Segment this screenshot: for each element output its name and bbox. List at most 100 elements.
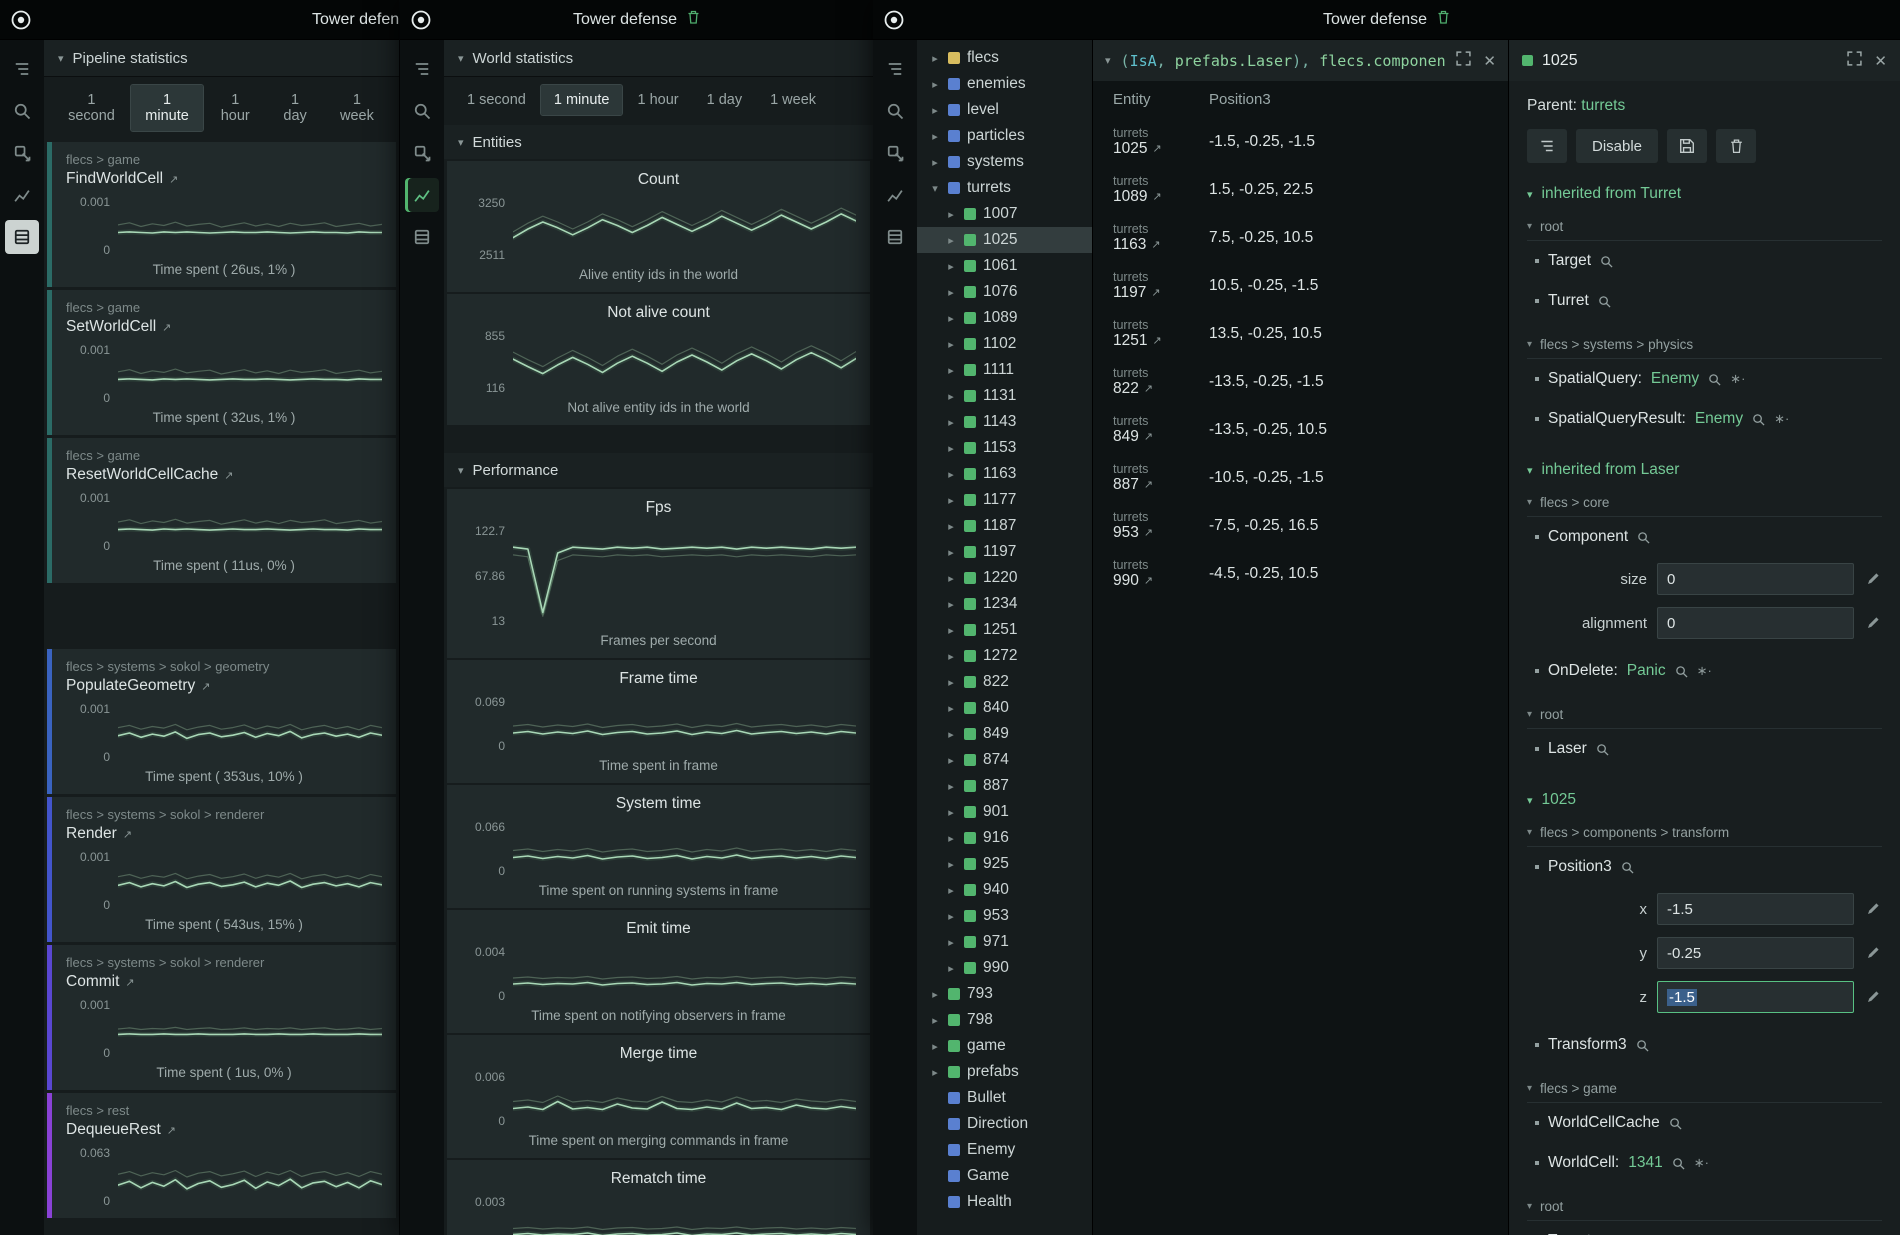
- stats-icon[interactable]: [878, 178, 912, 212]
- tree-item[interactable]: 822: [917, 669, 1092, 695]
- tree-item[interactable]: 849: [917, 721, 1092, 747]
- query-result-row[interactable]: turrets 953 ↗ -7.5, -0.25, 16.5: [1093, 502, 1508, 550]
- edit-icon[interactable]: [1864, 616, 1882, 630]
- search-icon[interactable]: [5, 94, 39, 128]
- tree-item[interactable]: 1272: [917, 643, 1092, 669]
- tree-item[interactable]: 1163: [917, 461, 1092, 487]
- search-icon[interactable]: [1636, 1039, 1649, 1052]
- tree-item[interactable]: 940: [917, 877, 1092, 903]
- entity-link[interactable]: 1163 ↗: [1113, 236, 1209, 254]
- expand-icon[interactable]: [945, 312, 957, 325]
- component-group-header[interactable]: ▾ root: [1527, 707, 1882, 729]
- tree-item[interactable]: 840: [917, 695, 1092, 721]
- entity-link[interactable]: 1089 ↗: [1113, 188, 1209, 206]
- tree-item[interactable]: 1061: [917, 253, 1092, 279]
- tree-item[interactable]: 1102: [917, 331, 1092, 357]
- close-icon[interactable]: ✕: [1483, 52, 1496, 70]
- entity-link[interactable]: 990 ↗: [1113, 572, 1209, 590]
- disable-button[interactable]: Disable: [1576, 129, 1658, 163]
- component-group-header[interactable]: ▾ flecs > components > transform: [1527, 825, 1882, 847]
- query-result-row[interactable]: turrets 1089 ↗ 1.5, -0.25, 22.5: [1093, 166, 1508, 214]
- tree-item[interactable]: game: [917, 1033, 1092, 1059]
- tree-item[interactable]: 1131: [917, 383, 1092, 409]
- system-name-link[interactable]: PopulateGeometry ↗: [66, 677, 382, 695]
- value-input[interactable]: 0: [1657, 607, 1854, 639]
- stat-section-header[interactable]: ▾ Entities: [444, 125, 873, 159]
- expand-icon[interactable]: [945, 676, 957, 689]
- edit-icon[interactable]: [1864, 990, 1882, 1004]
- tree-item[interactable]: 1153: [917, 435, 1092, 461]
- component-group-header[interactable]: ▾ root: [1527, 1199, 1882, 1221]
- tree-item[interactable]: Direction: [917, 1111, 1092, 1137]
- tree-item[interactable]: Game: [917, 1163, 1092, 1189]
- tree-item[interactable]: 798: [917, 1007, 1092, 1033]
- system-name-link[interactable]: FindWorldCell ↗: [66, 170, 382, 188]
- expand-icon[interactable]: [945, 572, 957, 585]
- system-name-link[interactable]: SetWorldCell ↗: [66, 318, 382, 336]
- inspect-icon[interactable]: [405, 136, 439, 170]
- search-icon[interactable]: [1752, 413, 1765, 426]
- reflection-icon[interactable]: ∗·: [1697, 663, 1712, 679]
- query-result-row[interactable]: turrets 1163 ↗ 7.5, -0.25, 10.5: [1093, 214, 1508, 262]
- tree-item[interactable]: 916: [917, 825, 1092, 851]
- entity-link[interactable]: 1197 ↗: [1113, 284, 1209, 302]
- entity-link[interactable]: 822 ↗: [1113, 380, 1209, 398]
- component-value-link[interactable]: Enemy: [1651, 370, 1699, 388]
- expand-icon[interactable]: [1847, 51, 1862, 70]
- query-input[interactable]: (IsA, prefabs.Laser), flecs.components: [1121, 52, 1447, 70]
- tree-item[interactable]: particles: [917, 123, 1092, 149]
- tree-item[interactable]: 1251: [917, 617, 1092, 643]
- expand-icon[interactable]: [945, 702, 957, 715]
- expand-icon[interactable]: [945, 234, 957, 247]
- tree-item[interactable]: Enemy: [917, 1137, 1092, 1163]
- expand-icon[interactable]: [929, 104, 941, 117]
- table-icon[interactable]: [878, 220, 912, 254]
- system-name-link[interactable]: Commit ↗: [66, 973, 382, 991]
- expand-icon[interactable]: [945, 598, 957, 611]
- entity-link[interactable]: 953 ↗: [1113, 524, 1209, 542]
- component-value-link[interactable]: 1341: [1628, 1154, 1662, 1172]
- pipeline-statistics-header[interactable]: ▾ Pipeline statistics: [44, 40, 399, 77]
- tree-item[interactable]: 887: [917, 773, 1092, 799]
- component-value-link[interactable]: Panic: [1627, 662, 1666, 680]
- tree-item[interactable]: 1234: [917, 591, 1092, 617]
- search-icon[interactable]: [1637, 531, 1650, 544]
- time-range-tab[interactable]: 1 hour: [624, 85, 691, 115]
- expand-icon[interactable]: [929, 1014, 941, 1027]
- chevron-down-icon[interactable]: ▾: [1105, 54, 1111, 67]
- time-range-tab[interactable]: 1 minute: [131, 85, 203, 131]
- expand-icon[interactable]: [945, 520, 957, 533]
- expand-icon[interactable]: [945, 858, 957, 871]
- value-input[interactable]: -0.25: [1657, 937, 1854, 969]
- search-icon[interactable]: [1675, 665, 1688, 678]
- tree-item[interactable]: 1076: [917, 279, 1092, 305]
- expand-icon[interactable]: [945, 806, 957, 819]
- search-icon[interactable]: [1600, 255, 1613, 268]
- search-icon[interactable]: [1708, 373, 1721, 386]
- edit-icon[interactable]: [1864, 902, 1882, 916]
- table-icon[interactable]: [5, 220, 39, 254]
- tree-item[interactable]: 793: [917, 981, 1092, 1007]
- tree-icon[interactable]: [405, 52, 439, 86]
- tree-item[interactable]: 1197: [917, 539, 1092, 565]
- component-value-link[interactable]: Enemy: [1695, 410, 1743, 428]
- expand-icon[interactable]: [945, 364, 957, 377]
- save-button[interactable]: [1667, 129, 1707, 163]
- tree-item[interactable]: Health: [917, 1189, 1092, 1215]
- expand-icon[interactable]: [945, 832, 957, 845]
- stat-section-header[interactable]: ▾ Performance: [444, 453, 873, 487]
- expand-icon[interactable]: [945, 338, 957, 351]
- time-range-tab[interactable]: 1 day: [694, 85, 755, 115]
- tree-item[interactable]: 1220: [917, 565, 1092, 591]
- expand-icon[interactable]: [945, 780, 957, 793]
- edit-icon[interactable]: [1864, 572, 1882, 586]
- expand-icon[interactable]: [945, 910, 957, 923]
- entity-link[interactable]: 887 ↗: [1113, 476, 1209, 494]
- inspect-icon[interactable]: [5, 136, 39, 170]
- tree-item[interactable]: 901: [917, 799, 1092, 825]
- stats-icon[interactable]: [5, 178, 39, 212]
- expand-icon[interactable]: [945, 962, 957, 975]
- time-range-tab[interactable]: 1 day: [267, 85, 322, 131]
- world-statistics-header[interactable]: ▾ World statistics: [444, 40, 873, 77]
- inspect-icon[interactable]: [878, 136, 912, 170]
